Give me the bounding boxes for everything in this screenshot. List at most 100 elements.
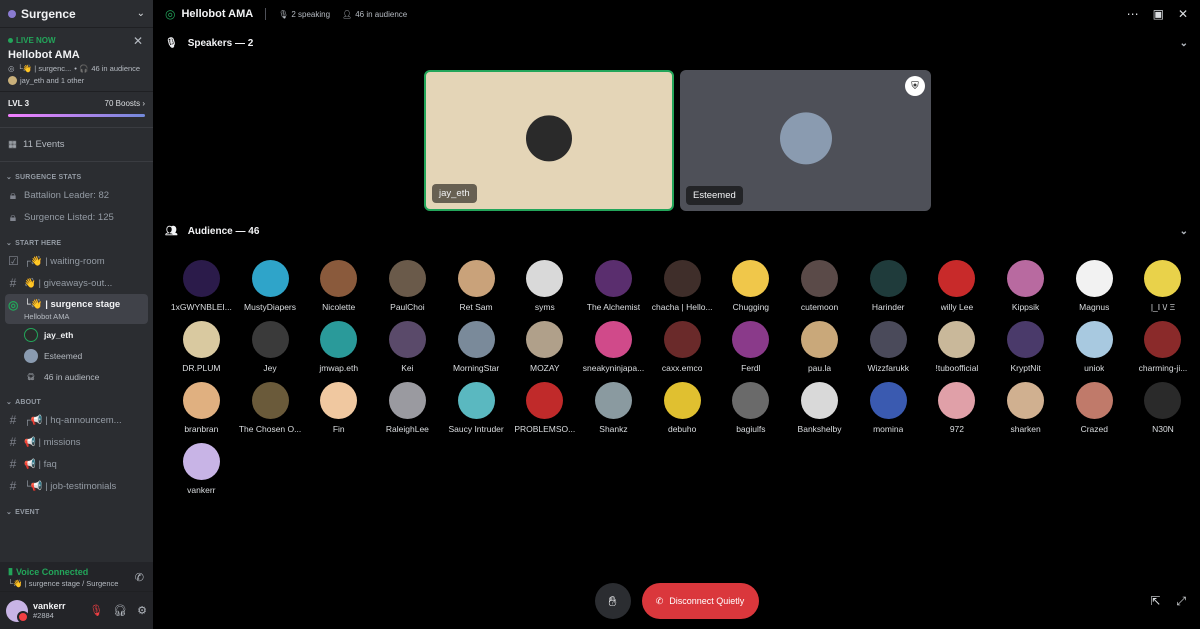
avatar <box>938 321 976 358</box>
mic-icon: 🎙︎ <box>165 38 178 49</box>
audience-member[interactable]: MustyDiapers <box>236 260 305 312</box>
audience-member[interactable]: |_I \/ Ξ <box>1129 260 1198 312</box>
audience-member[interactable]: willy Lee <box>923 260 992 312</box>
audience-member[interactable]: !tuboofficial <box>923 321 992 373</box>
popout-icon[interactable]: ▣ <box>1153 7 1164 21</box>
audience-member[interactable]: charming-ji... <box>1129 321 1198 373</box>
stage-member-jay[interactable]: jay_eth <box>0 324 153 345</box>
audience-member[interactable]: Jey <box>236 321 305 373</box>
audience-member[interactable]: MOZAY <box>510 321 579 373</box>
audience-member[interactable]: jmwap.eth <box>304 321 373 373</box>
avatar[interactable] <box>6 599 29 623</box>
audience-member-name: |_I \/ Ξ <box>1150 302 1176 312</box>
disconnect-icon[interactable]: ✆ <box>135 571 144 584</box>
events-item[interactable]: ▦ 11 Events <box>0 128 153 161</box>
audience-member[interactable]: chacha | Hello... <box>648 260 717 312</box>
audience-member-name: uniok <box>1084 363 1105 373</box>
close-icon[interactable]: ✕ <box>133 34 143 48</box>
audience-member[interactable]: uniok <box>1060 321 1129 373</box>
audience-member[interactable]: The Chosen O... <box>236 382 305 434</box>
avatar <box>869 382 907 419</box>
server-header[interactable]: Surgence ⌄ <box>0 0 153 28</box>
audience-member-name: MustyDiapers <box>244 302 297 312</box>
audience-member[interactable]: MorningStar <box>442 321 511 373</box>
audience-member[interactable]: branbran <box>167 382 236 434</box>
audience-member[interactable]: Nicolette <box>304 260 373 312</box>
audience-member[interactable]: RaleighLee <box>373 382 442 434</box>
channel-waiting-room[interactable]: ☑ ┌👋 | waiting-room <box>0 250 153 272</box>
stage-audience-count[interactable]: 🎧︎ 46 in audience <box>0 366 153 387</box>
mic-muted-icon[interactable]: 🎙︎ <box>89 604 103 617</box>
audience-member[interactable]: Magnus <box>1060 260 1129 312</box>
audience-member[interactable]: The Alchemist <box>579 260 648 312</box>
channel-missions[interactable]: # 📢 | missions <box>0 431 153 453</box>
audience-member[interactable]: cutemoon <box>785 260 854 312</box>
disconnect-button[interactable]: ✆ Disconnect Quietly <box>641 583 759 619</box>
chevron-down-icon[interactable]: ⌄ <box>1180 226 1188 237</box>
more-icon[interactable]: ⋯ <box>1127 7 1139 21</box>
audience-member[interactable]: caxx.emco <box>648 321 717 373</box>
gear-icon[interactable]: ⚙ <box>137 604 147 617</box>
channel-giveaways[interactable]: # 👋 | giveaways-out... <box>0 272 153 294</box>
audience-member[interactable]: Harinder <box>854 260 923 312</box>
audience-member[interactable]: debuho <box>648 382 717 434</box>
audience-member[interactable]: Shankz <box>579 382 648 434</box>
audience-member[interactable]: DR.PLUM <box>167 321 236 373</box>
avatar <box>779 111 832 164</box>
fullscreen-icon[interactable]: ⤢ <box>1176 594 1186 609</box>
raise-hand-button[interactable]: ✋︎ <box>594 583 631 619</box>
audience-member[interactable]: 972 <box>923 382 992 434</box>
audience-member-name: PaulChoi <box>390 302 425 312</box>
audience-member[interactable]: PaulChoi <box>373 260 442 312</box>
audience-member[interactable]: sneakyninjapa... <box>579 321 648 373</box>
audience-member[interactable]: 1xGWYNBLEI... <box>167 260 236 312</box>
audience-member[interactable]: pau.la <box>785 321 854 373</box>
hash-icon: # <box>9 435 17 449</box>
audience-member[interactable]: sharken <box>991 382 1060 434</box>
audience-member[interactable]: Saucy Intruder <box>442 382 511 434</box>
channel-faq[interactable]: # 📢 | faq <box>0 453 153 475</box>
audience-header[interactable]: 👥︎ Audience — 46 ⌄ <box>165 226 1188 237</box>
speaker-tile-jay-eth[interactable]: jay_eth <box>424 70 674 211</box>
category-start-here[interactable]: ⌄ START HERE <box>0 236 153 250</box>
channel-hq-announcements[interactable]: # ┌📢 | hq-announcem... <box>0 409 153 431</box>
category-surgence-stats[interactable]: ⌄ SURGENCE STATS <box>0 170 153 184</box>
audience-member[interactable]: Crazed <box>1060 382 1129 434</box>
close-icon[interactable]: ✕ <box>1178 7 1188 21</box>
channel-job-testimonials[interactable]: # └📢 | job-testimonials <box>0 475 153 497</box>
audience-member[interactable]: vankerr <box>167 443 236 495</box>
audience-member[interactable]: bagiulfs <box>717 382 786 434</box>
headphones-icon[interactable]: 🎧︎ <box>113 604 127 617</box>
live-now-card[interactable]: LIVE NOW ✕ Hellobot AMA ◎ └👋 | surgenc..… <box>0 28 153 92</box>
channel-surgence-listed[interactable]: 🔒︎ Surgence Listed: 125 <box>0 206 153 228</box>
audience-member-name: caxx.emco <box>661 363 703 373</box>
audience-member-name: Magnus <box>1079 302 1110 312</box>
channel-surgence-stage[interactable]: ◎ └👋 | surgence stage Hellobot AMA <box>5 294 148 324</box>
audience-member[interactable]: N30N <box>1129 382 1198 434</box>
audience-member[interactable]: momina <box>854 382 923 434</box>
channel-battalion-leader[interactable]: 🔒︎ Battalion Leader: 82 <box>0 184 153 206</box>
speaker-tile-esteemed[interactable]: Esteemed ⛨ <box>680 70 931 211</box>
audience-member[interactable]: Kei <box>373 321 442 373</box>
speakers-header[interactable]: 🎙︎ Speakers — 2 ⌄ <box>165 38 1188 49</box>
user-info[interactable]: vankerr #2884 <box>33 601 66 620</box>
audience-member[interactable]: Ret Sam <box>442 260 511 312</box>
chevron-down-icon[interactable]: ⌄ <box>137 8 145 19</box>
voice-location[interactable]: └👋 | surgence stage / Surgence <box>8 579 145 588</box>
voice-status[interactable]: ▮ Voice Connected <box>8 566 145 577</box>
category-event[interactable]: ⌄ EVENT <box>0 505 153 519</box>
popout-icon[interactable]: ⇱ <box>1150 594 1160 609</box>
audience-member[interactable]: PROBLEMSO... <box>510 382 579 434</box>
audience-member[interactable]: Fin <box>304 382 373 434</box>
audience-member[interactable]: Bankshelby <box>785 382 854 434</box>
chevron-down-icon[interactable]: ⌄ <box>1180 38 1188 49</box>
audience-member[interactable]: Kippsik <box>991 260 1060 312</box>
boost-level[interactable]: LVL 3 70 Boosts › <box>0 92 153 108</box>
stage-member-esteemed[interactable]: Esteemed <box>0 345 153 366</box>
audience-member[interactable]: KryptNit <box>991 321 1060 373</box>
audience-member[interactable]: Wizzfarukk <box>854 321 923 373</box>
audience-member[interactable]: Ferdl <box>717 321 786 373</box>
audience-member[interactable]: Chugging <box>717 260 786 312</box>
audience-member[interactable]: syms <box>510 260 579 312</box>
category-about[interactable]: ⌄ ABOUT <box>0 395 153 409</box>
